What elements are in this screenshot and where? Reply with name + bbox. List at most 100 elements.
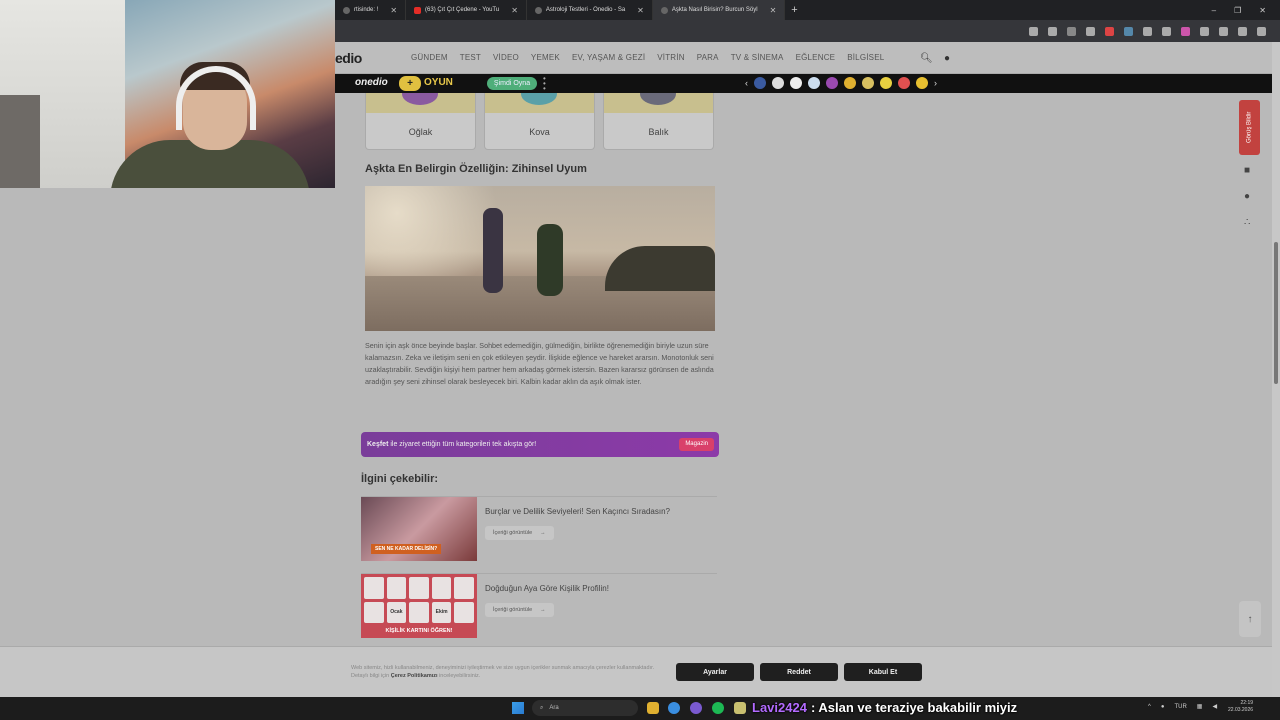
- app-icon[interactable]: [734, 702, 746, 714]
- game-icon[interactable]: [754, 77, 766, 89]
- cast-icon[interactable]: [1029, 26, 1038, 36]
- game-icon[interactable]: [862, 77, 874, 89]
- user-icon[interactable]: ●: [944, 53, 950, 64]
- discover-banner[interactable]: Keşfet ile ziyaret ettiğin tüm kategoril…: [361, 432, 719, 457]
- nav-item[interactable]: PARA: [697, 53, 719, 62]
- woman-figure: [537, 224, 563, 296]
- game-icon[interactable]: [844, 77, 856, 89]
- nav-item[interactable]: TEST: [460, 53, 481, 62]
- game-icon[interactable]: [826, 77, 838, 89]
- taskbar-search[interactable]: ⌕ Ara: [532, 700, 638, 716]
- new-tab-button[interactable]: +: [785, 4, 803, 16]
- game-icon[interactable]: [772, 77, 784, 89]
- view-content-button[interactable]: İçeriği görüntüle →: [485, 603, 554, 617]
- search-icon[interactable]: 🔍︎: [920, 53, 933, 64]
- game-icon[interactable]: [808, 77, 820, 89]
- file-explorer-icon[interactable]: [647, 702, 659, 714]
- extension-icon[interactable]: [1143, 26, 1152, 36]
- game-icon[interactable]: [880, 77, 892, 89]
- comment-icon[interactable]: ●: [1244, 191, 1250, 202]
- nav-item[interactable]: YEMEK: [531, 53, 560, 62]
- zodiac-card[interactable]: Oğlak: [365, 93, 476, 150]
- minimize-button[interactable]: –: [1212, 6, 1216, 15]
- menu-icon[interactable]: [1257, 26, 1266, 36]
- webcam-overlay: [0, 0, 335, 188]
- scrollbar-thumb[interactable]: [1274, 242, 1278, 384]
- network-icon[interactable]: ▦: [1197, 703, 1203, 710]
- language-indicator[interactable]: TUR: [1174, 704, 1186, 710]
- playlist-icon[interactable]: [1219, 26, 1228, 36]
- star-icon[interactable]: [1048, 26, 1057, 36]
- profile-icon[interactable]: [1238, 26, 1247, 36]
- chevron-right-icon[interactable]: ›: [934, 78, 937, 88]
- article-body: Senin için aşk önce beyinde başlar. Sohb…: [365, 341, 714, 386]
- related-item-title[interactable]: Burçlar ve Delilik Seviyeleri! Sen Kaçın…: [485, 507, 670, 516]
- list-item[interactable]: Ocak Ekim KİŞİLİK KARTINI ÖĞREN! Doğduğu…: [361, 573, 717, 639]
- nav-item[interactable]: TV & SİNEMA: [731, 53, 784, 62]
- scroll-to-top-button[interactable]: ↑: [1239, 601, 1261, 637]
- zodiac-image: [604, 93, 713, 113]
- tab-label: Astroloji Testleri - Onedio - Sa: [545, 7, 626, 13]
- extension-icon[interactable]: [1124, 26, 1133, 36]
- game-icon[interactable]: [898, 77, 910, 89]
- more-icon[interactable]: • • •: [543, 75, 546, 93]
- grid-cell: Ekim: [431, 601, 452, 623]
- browser-tab[interactable]: (63) Çıt Çıt Çedene - YouTu ✕: [406, 0, 527, 20]
- puzzle-icon[interactable]: [1200, 26, 1209, 36]
- chevron-up-icon[interactable]: ^: [1148, 704, 1151, 710]
- close-tab-icon[interactable]: ✕: [637, 6, 644, 15]
- nav-item[interactable]: VİDEO: [493, 53, 519, 62]
- bookmark-icon[interactable]: ■: [1244, 165, 1250, 176]
- nav-item[interactable]: BİLGİSEL: [847, 53, 884, 62]
- zodiac-card[interactable]: Balık: [603, 93, 714, 150]
- close-window-button[interactable]: ✕: [1259, 6, 1266, 15]
- related-thumbnail[interactable]: SEN NE KADAR DELİSİN?: [361, 497, 477, 561]
- related-thumbnail[interactable]: Ocak Ekim KİŞİLİK KARTINI ÖĞREN!: [361, 574, 477, 638]
- close-tab-icon[interactable]: ✕: [770, 6, 777, 15]
- browser-tab-active[interactable]: Aşkta Nasıl Birisin? Burcun Söyl ✕: [652, 0, 786, 20]
- cookie-policy-link[interactable]: Çerez Politikamızı: [391, 673, 438, 679]
- grid-cell: [431, 577, 452, 599]
- share-icon[interactable]: ∴: [1244, 217, 1250, 228]
- game-icon[interactable]: [790, 77, 802, 89]
- zodiac-card[interactable]: Kova: [484, 93, 595, 150]
- close-tab-icon[interactable]: ✕: [390, 6, 397, 15]
- magazin-badge[interactable]: Magazin: [679, 438, 714, 451]
- browser-tab[interactable]: Astroloji Testleri - Onedio - Sa ✕: [527, 0, 653, 20]
- game-icon[interactable]: [916, 77, 928, 89]
- microphone-icon[interactable]: ●: [1161, 704, 1165, 710]
- windows-taskbar: ⌕ Ara ^ ● TUR ▦ ◀ 22:19 22.03.2026: [0, 697, 1280, 720]
- chevron-left-icon[interactable]: ‹: [745, 78, 748, 88]
- extension-icon[interactable]: [1067, 26, 1076, 36]
- volume-icon[interactable]: ◀: [1212, 703, 1217, 710]
- list-item[interactable]: SEN NE KADAR DELİSİN? Burçlar ve Delilik…: [361, 496, 717, 562]
- cookie-settings-button[interactable]: Ayarlar: [676, 663, 754, 681]
- feedback-button[interactable]: Görüş Bildir: [1239, 100, 1260, 155]
- nav-item[interactable]: VİTRİN: [657, 53, 684, 62]
- extension-icon[interactable]: [1105, 26, 1114, 36]
- promo-logo[interactable]: onedio: [355, 77, 388, 88]
- cookie-accept-button[interactable]: Kabul Et: [844, 663, 922, 681]
- browser-tab[interactable]: rtisinde: ! ✕: [335, 0, 407, 20]
- close-tab-icon[interactable]: ✕: [511, 6, 518, 15]
- extension-icon[interactable]: [1086, 26, 1095, 36]
- windows-start-icon[interactable]: [512, 702, 524, 714]
- nav-item[interactable]: GÜNDEM: [411, 53, 448, 62]
- nav-item[interactable]: EĞLENCE: [796, 53, 836, 62]
- nav-item[interactable]: EV, YAŞAM & GEZİ: [572, 53, 645, 62]
- taskbar-clock[interactable]: 22:19 22.03.2026: [1228, 700, 1253, 714]
- discover-rest: ile ziyaret ettiğin tüm kategorileri tek…: [388, 441, 537, 448]
- spotify-icon[interactable]: [712, 702, 724, 714]
- chrome-icon[interactable]: [668, 702, 680, 714]
- extension-icon[interactable]: [1181, 26, 1190, 36]
- related-item-title[interactable]: Doğduğun Aya Göre Kişilik Profilin!: [485, 584, 609, 593]
- discord-icon[interactable]: [690, 702, 702, 714]
- view-content-button[interactable]: İçeriği görüntüle →: [485, 526, 554, 540]
- extension-icon[interactable]: [1162, 26, 1171, 36]
- system-tray: ^ ● TUR ▦ ◀: [1148, 703, 1217, 711]
- maximize-button[interactable]: ❐: [1234, 6, 1241, 15]
- play-now-button[interactable]: Şimdi Oyna: [487, 77, 537, 90]
- site-logo[interactable]: edio: [335, 50, 362, 66]
- cookie-reject-button[interactable]: Reddet: [760, 663, 838, 681]
- chat-username: Lavi2424: [752, 699, 807, 715]
